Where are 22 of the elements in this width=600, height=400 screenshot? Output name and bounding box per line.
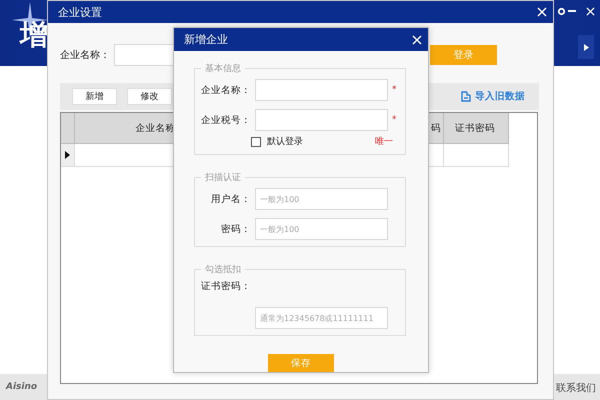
text-field[interactable]: 一般为100	[255, 188, 388, 210]
field-label: 密码：	[220, 222, 251, 236]
checkbox-label: 默认登录	[267, 136, 303, 148]
section-legend: 基本信息	[201, 62, 245, 75]
required-mark: *	[392, 85, 396, 95]
column-header: 证书密码	[444, 113, 509, 144]
brand-logo: Aisino	[6, 382, 38, 392]
field-label: 用户名：	[210, 192, 251, 206]
section-legend: 勾选抵扣	[201, 263, 245, 276]
field-label: 企业名称：	[200, 84, 251, 96]
field-label: 证书密码：	[200, 280, 251, 293]
dialog-title: 新增企业	[184, 32, 228, 47]
required-mark: *	[392, 115, 396, 125]
contact-link[interactable]: 联系我们	[556, 381, 596, 395]
field-label: 企业名称：	[60, 48, 110, 62]
toolbar-button[interactable]: 新增	[72, 88, 117, 105]
window-title: 企业设置	[58, 4, 102, 20]
section-legend: 扫描认证	[201, 171, 245, 184]
text-field[interactable]: 通常为12345678或11111111	[255, 307, 388, 329]
app-title: 增	[20, 17, 48, 53]
text-field[interactable]: 一般为100	[255, 218, 388, 240]
toolbar-button[interactable]: 修改	[127, 88, 172, 105]
